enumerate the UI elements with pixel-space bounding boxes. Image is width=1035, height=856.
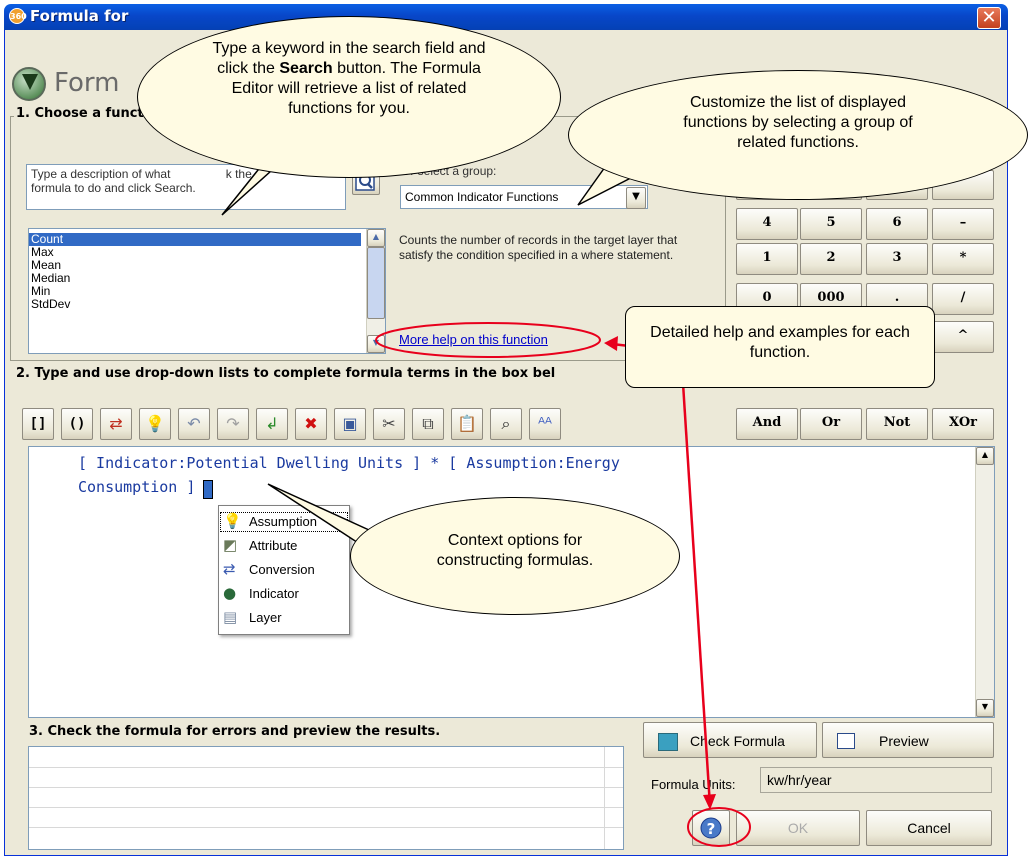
arrow-to-help-button [679, 351, 712, 807]
group-callout: Customize the list of displayed function… [568, 70, 1028, 200]
context-callout: Context options for constructing formula… [350, 497, 680, 615]
search-callout-bold: Search [279, 60, 333, 77]
arrow-head-left [604, 336, 618, 351]
search-callout: Type a keyword in the search field and c… [137, 16, 561, 178]
help-callout: Detailed help and examples for each func… [625, 306, 935, 388]
help-link-highlight [375, 322, 601, 358]
help-button-highlight [687, 807, 751, 847]
